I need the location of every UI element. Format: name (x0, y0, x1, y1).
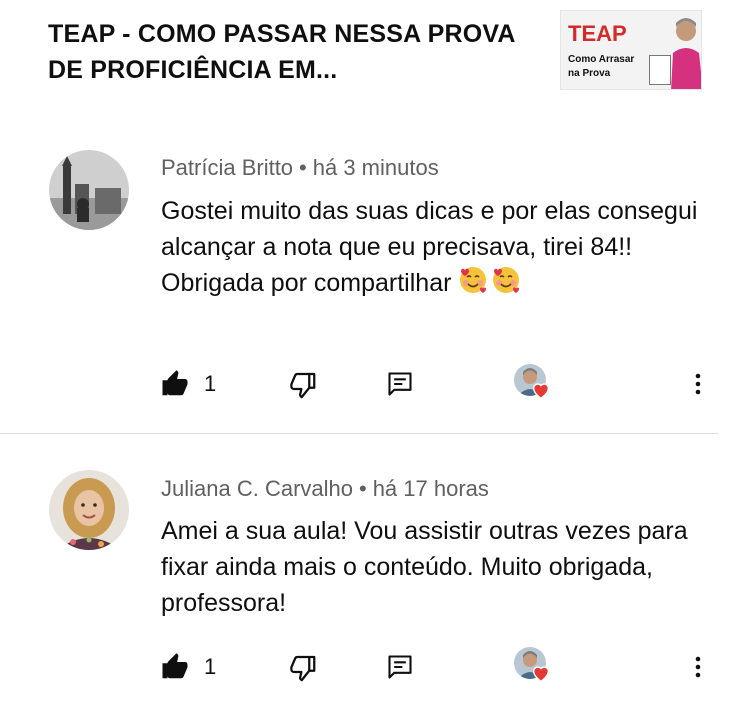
video-header: TEAP - COMO PASSAR NESSA PROVA DE PROFIC… (0, 0, 750, 110)
smiling-face-with-hearts-icon (493, 267, 520, 293)
comment-divider (0, 433, 718, 434)
comment-author[interactable]: Juliana C. Carvalho (161, 476, 353, 501)
reply-button[interactable] (386, 364, 414, 404)
creator-heart-icon (532, 666, 550, 683)
creator-heart (514, 647, 554, 687)
comment-meta: Patrícia Britto • há 3 minutos (161, 155, 439, 181)
creator-heart-icon (532, 383, 550, 400)
dislike-button[interactable] (288, 364, 318, 404)
comment-meta: Juliana C. Carvalho • há 17 horas (161, 476, 489, 502)
reply-icon (388, 372, 412, 396)
thumbnail-subtitle: Como Arrasar na Prova (568, 54, 635, 79)
thumbnail-book (649, 55, 671, 85)
comment-body: Gostei muito das suas dicas e por elas c… (161, 197, 698, 297)
like-button[interactable]: 1 (160, 364, 216, 404)
more-button[interactable] (688, 647, 708, 687)
meta-separator: • (299, 155, 307, 180)
comment-text: Gostei muito das suas dicas e por elas c… (161, 193, 721, 301)
dislike-button[interactable] (288, 647, 318, 687)
like-count: 1 (204, 654, 217, 679)
comment-time: há 3 minutos (312, 155, 439, 180)
like-button[interactable]: 1 (160, 647, 216, 687)
thumb-up-icon (162, 653, 188, 679)
video-title[interactable]: TEAP - COMO PASSAR NESSA PROVA DE PROFIC… (48, 16, 528, 88)
thumb-up-icon (162, 370, 188, 396)
video-thumbnail[interactable]: TEAP Como Arrasar na Prova (560, 10, 702, 90)
comment-time: há 17 horas (372, 476, 489, 501)
avatar[interactable] (49, 470, 129, 550)
more-vert-icon (695, 373, 701, 395)
comment-author[interactable]: Patrícia Britto (161, 155, 293, 180)
comment-actions: 1 (0, 364, 750, 404)
avatar-photo (49, 470, 129, 550)
avatar[interactable] (49, 150, 129, 230)
reply-icon (388, 655, 412, 679)
thumbnail-brand: TEAP (568, 21, 627, 46)
creator-heart (514, 364, 554, 404)
meta-separator: • (358, 476, 367, 501)
more-button[interactable] (688, 364, 708, 404)
reply-button[interactable] (386, 647, 414, 687)
comment-text: Amei a sua aula! Vou assistir outras vez… (161, 513, 721, 621)
thumbnail-presenter (671, 18, 701, 89)
thumb-down-icon (290, 372, 316, 399)
smiling-face-with-hearts-icon (460, 267, 487, 293)
comment-body: Amei a sua aula! Vou assistir outras vez… (161, 517, 688, 617)
more-vert-icon (695, 656, 701, 678)
like-count: 1 (204, 371, 217, 396)
thumb-down-icon (290, 655, 316, 682)
comment-actions: 1 (0, 647, 750, 687)
avatar-photo (49, 150, 129, 230)
